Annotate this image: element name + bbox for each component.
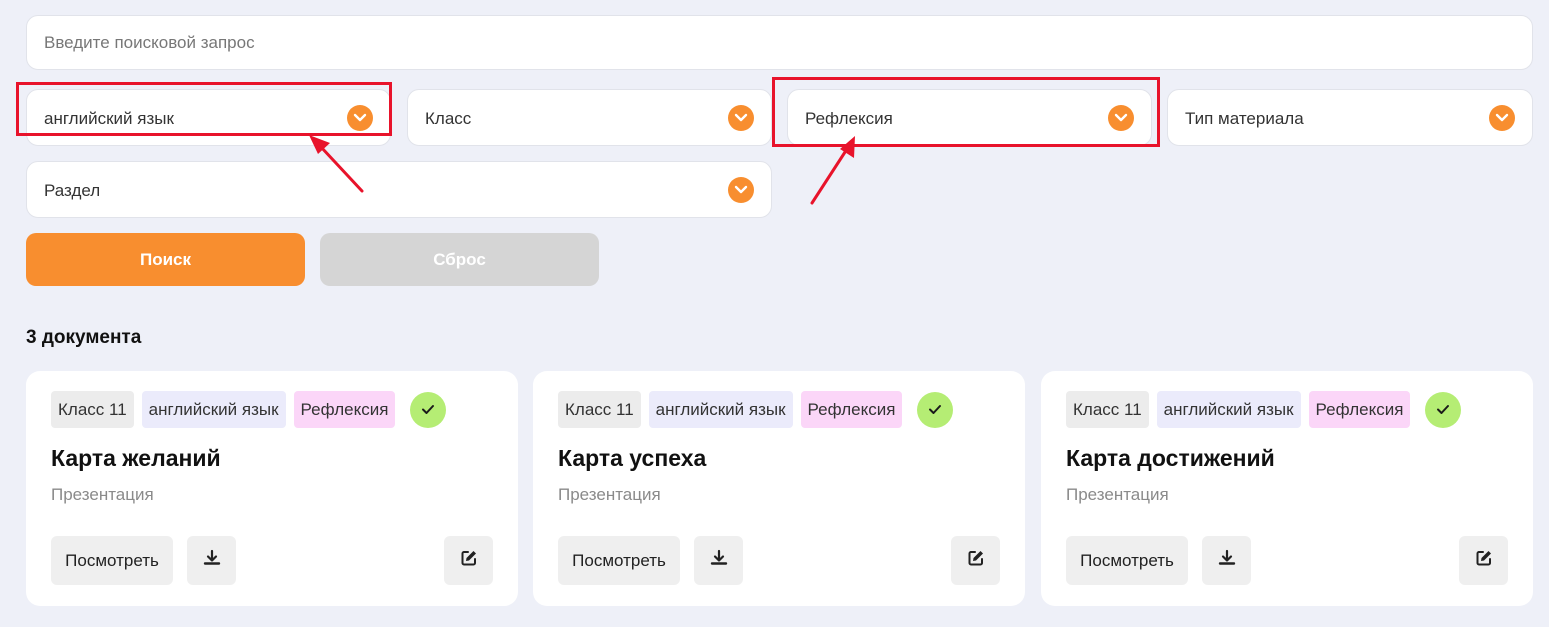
card-tags: Класс 11 английский язык Рефлексия [1066, 391, 1462, 428]
grade-select-value: Класс [425, 108, 472, 128]
chevron-down-icon [728, 104, 754, 131]
grade-select[interactable]: Класс [407, 89, 772, 146]
download-button[interactable] [694, 536, 743, 585]
card-title: Карта желаний [51, 445, 221, 471]
check-icon [917, 391, 954, 428]
edit-icon [1475, 549, 1493, 572]
edit-button[interactable] [1459, 536, 1508, 585]
card-material-kind: Презентация [51, 485, 154, 504]
download-button[interactable] [187, 536, 236, 585]
document-card: Класс 11 английский язык Рефлексия Карта… [26, 371, 518, 606]
check-icon [1425, 391, 1462, 428]
grade-tag: Класс 11 [1066, 391, 1149, 428]
edit-button[interactable] [951, 536, 1000, 585]
type-tag: Рефлексия [293, 391, 396, 428]
view-button[interactable]: Посмотреть [1066, 536, 1188, 585]
view-button[interactable]: Посмотреть [558, 536, 680, 585]
download-icon [1218, 549, 1236, 572]
subject-tag: английский язык [141, 391, 286, 428]
card-tags: Класс 11 английский язык Рефлексия [51, 391, 447, 428]
material-type-select-value: Тип материала [1185, 108, 1304, 128]
grade-tag: Класс 11 [558, 391, 641, 428]
subject-select[interactable]: английский язык [26, 89, 391, 146]
results-count: 3 документа [26, 327, 142, 348]
subject-tag: английский язык [1156, 391, 1301, 428]
card-material-kind: Презентация [1066, 485, 1169, 504]
card-material-kind: Презентация [558, 485, 661, 504]
type-select-value: Рефлексия [805, 108, 893, 128]
edit-icon [967, 549, 985, 572]
view-button[interactable]: Посмотреть [51, 536, 173, 585]
subject-select-value: английский язык [44, 108, 174, 128]
document-card: Класс 11 английский язык Рефлексия Карта… [1041, 371, 1533, 606]
document-card: Класс 11 английский язык Рефлексия Карта… [533, 371, 1025, 606]
card-title: Карта успеха [558, 445, 707, 471]
grade-tag: Класс 11 [51, 391, 134, 428]
section-select[interactable]: Раздел [26, 161, 772, 218]
card-title: Карта достижений [1066, 445, 1275, 471]
card-tags: Класс 11 английский язык Рефлексия [558, 391, 954, 428]
chevron-down-icon [1108, 104, 1134, 131]
search-input[interactable] [26, 15, 1533, 70]
download-icon [710, 549, 728, 572]
edit-icon [460, 549, 478, 572]
type-select[interactable]: Рефлексия [787, 89, 1152, 146]
section-select-value: Раздел [44, 180, 101, 200]
material-type-select[interactable]: Тип материала [1167, 89, 1533, 146]
chevron-down-icon [728, 176, 754, 203]
type-tag: Рефлексия [1308, 391, 1411, 428]
search-button[interactable]: Поиск [26, 233, 305, 286]
reset-button[interactable]: Сброс [320, 233, 599, 286]
download-icon [203, 549, 221, 572]
subject-tag: английский язык [648, 391, 793, 428]
edit-button[interactable] [444, 536, 493, 585]
chevron-down-icon [347, 104, 373, 131]
annotation-arrow-icon [810, 136, 855, 205]
check-icon [410, 391, 447, 428]
type-tag: Рефлексия [800, 391, 903, 428]
download-button[interactable] [1202, 536, 1251, 585]
chevron-down-icon [1489, 104, 1515, 131]
